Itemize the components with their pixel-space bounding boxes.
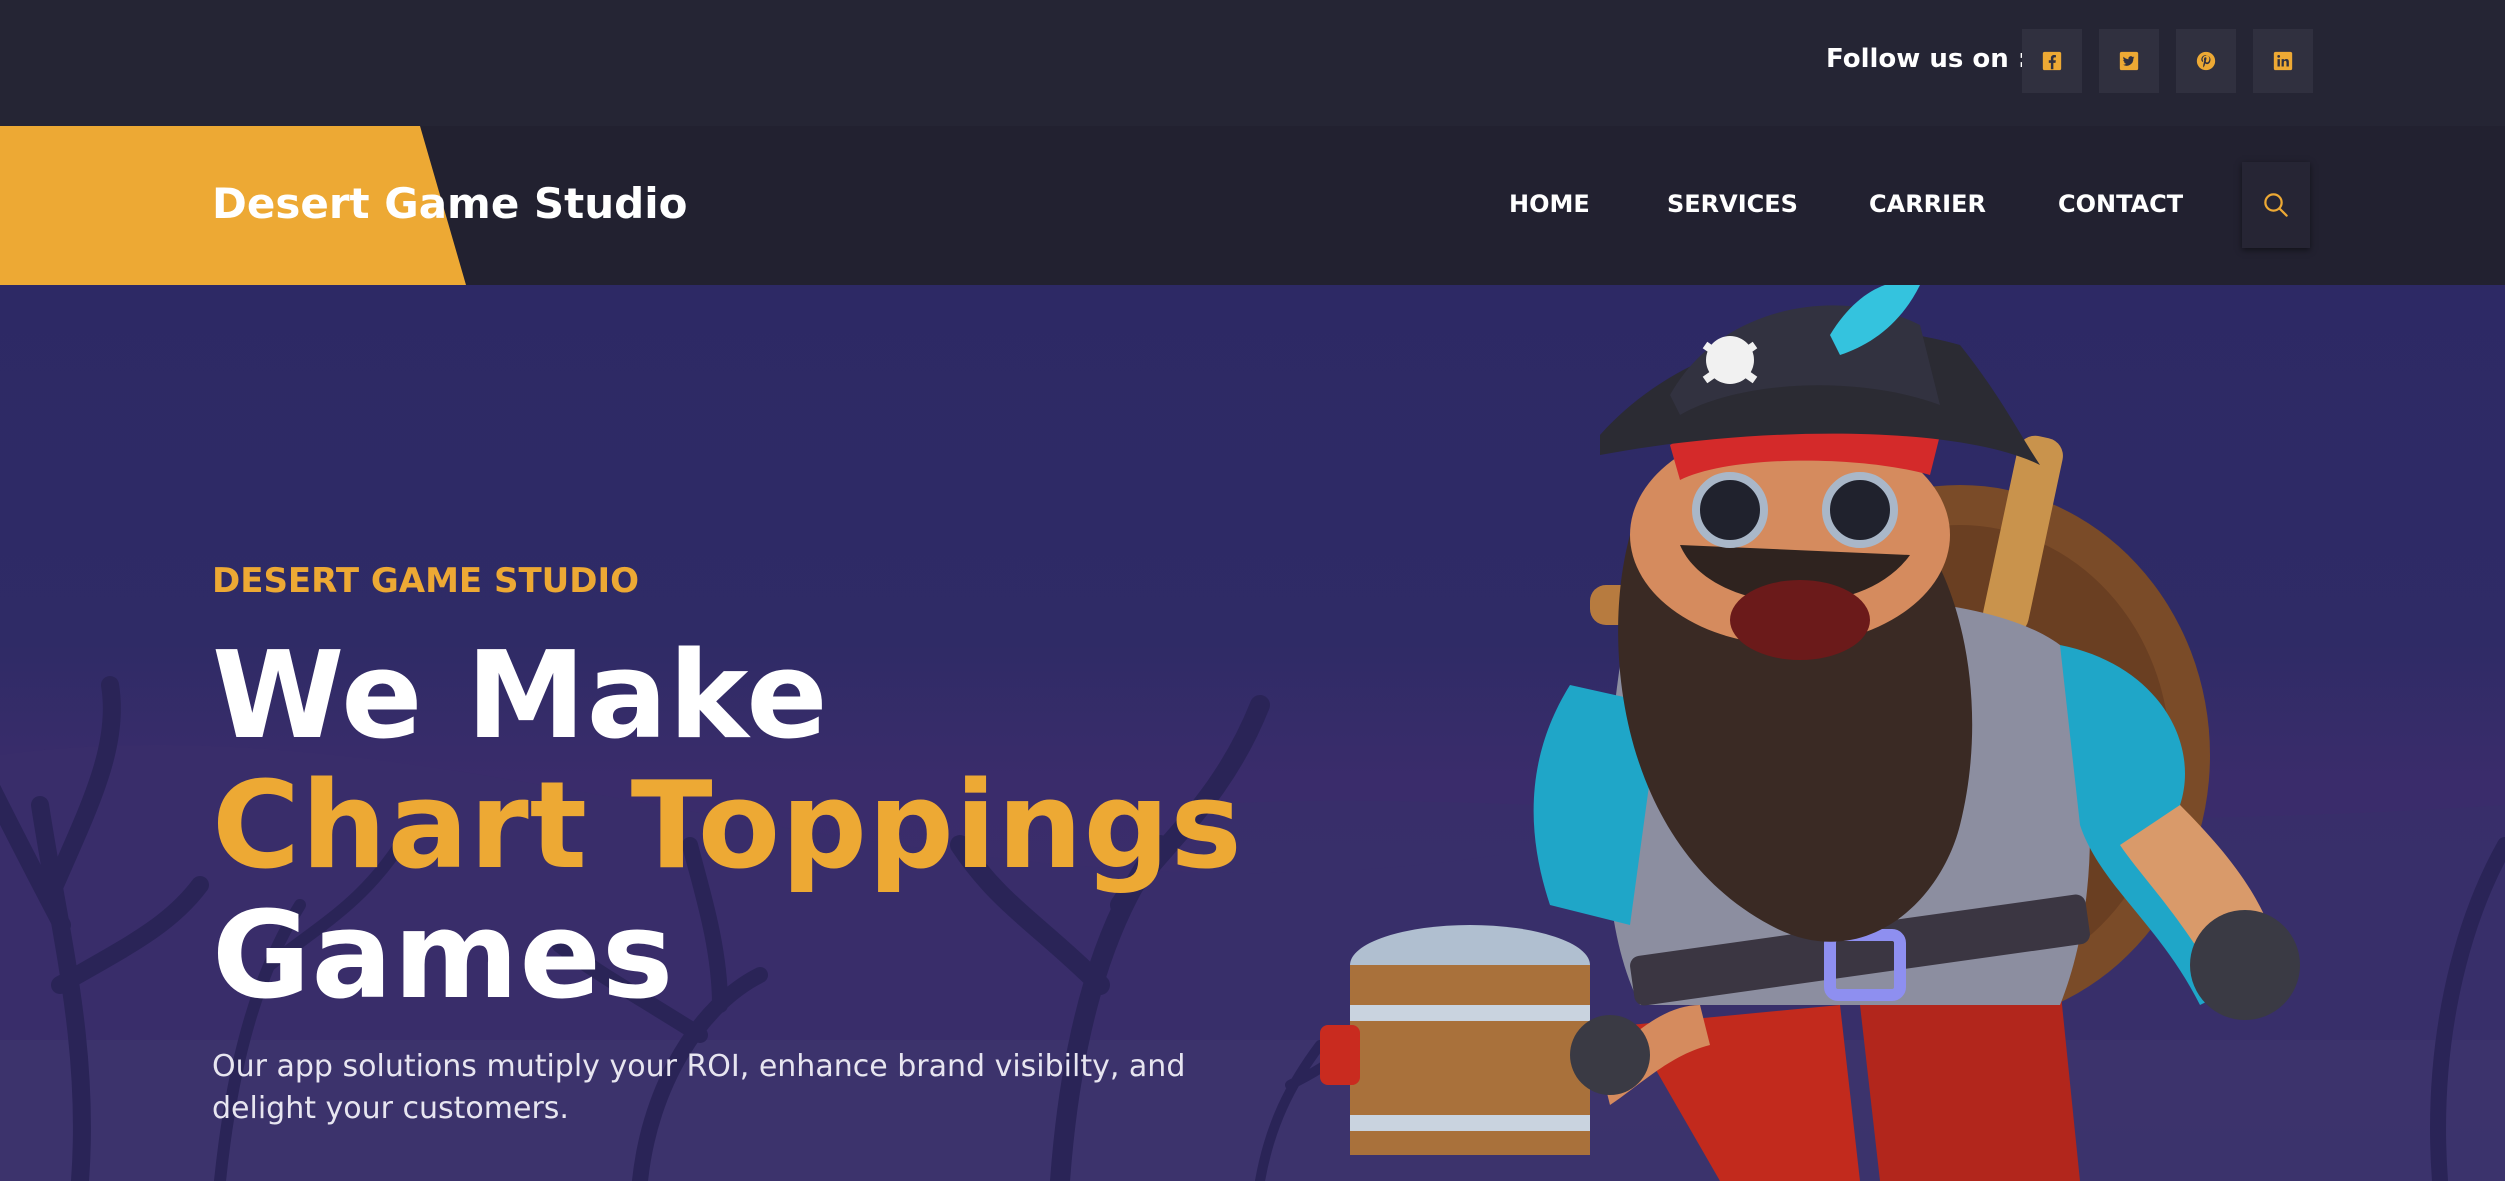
linkedin-link[interactable]: [2253, 29, 2313, 93]
site-logo[interactable]: Desert Game Studio: [212, 176, 687, 232]
hero-headline-line3: Games: [212, 887, 675, 1026]
nav-carrier[interactable]: CARRIER: [1869, 188, 1986, 220]
nav-home[interactable]: HOME: [1509, 188, 1590, 220]
twitter-link[interactable]: [2099, 29, 2159, 93]
nav-contact[interactable]: CONTACT: [2058, 188, 2183, 220]
twitter-icon: [2119, 51, 2139, 71]
hero-subtitle: Our app solutions mutiply your ROI, enha…: [212, 1049, 1186, 1126]
facebook-link[interactable]: [2022, 29, 2082, 93]
pirate-character-illustration: [1320, 285, 2300, 1181]
hero-headline-line1: We Make: [212, 627, 829, 766]
hero-headline-line2: Chart Toppings: [212, 757, 1243, 896]
nav-services[interactable]: SERVICES: [1667, 188, 1798, 220]
linkedin-icon: [2273, 51, 2293, 71]
pinterest-icon: [2196, 51, 2216, 71]
hero-eyebrow: DESERT GAME STUDIO: [212, 561, 640, 601]
pinterest-link[interactable]: [2176, 29, 2236, 93]
search-icon: [2264, 193, 2288, 217]
facebook-icon: [2042, 51, 2062, 71]
search-button[interactable]: [2242, 162, 2310, 248]
follow-us-label: Follow us on :: [1826, 44, 2029, 74]
